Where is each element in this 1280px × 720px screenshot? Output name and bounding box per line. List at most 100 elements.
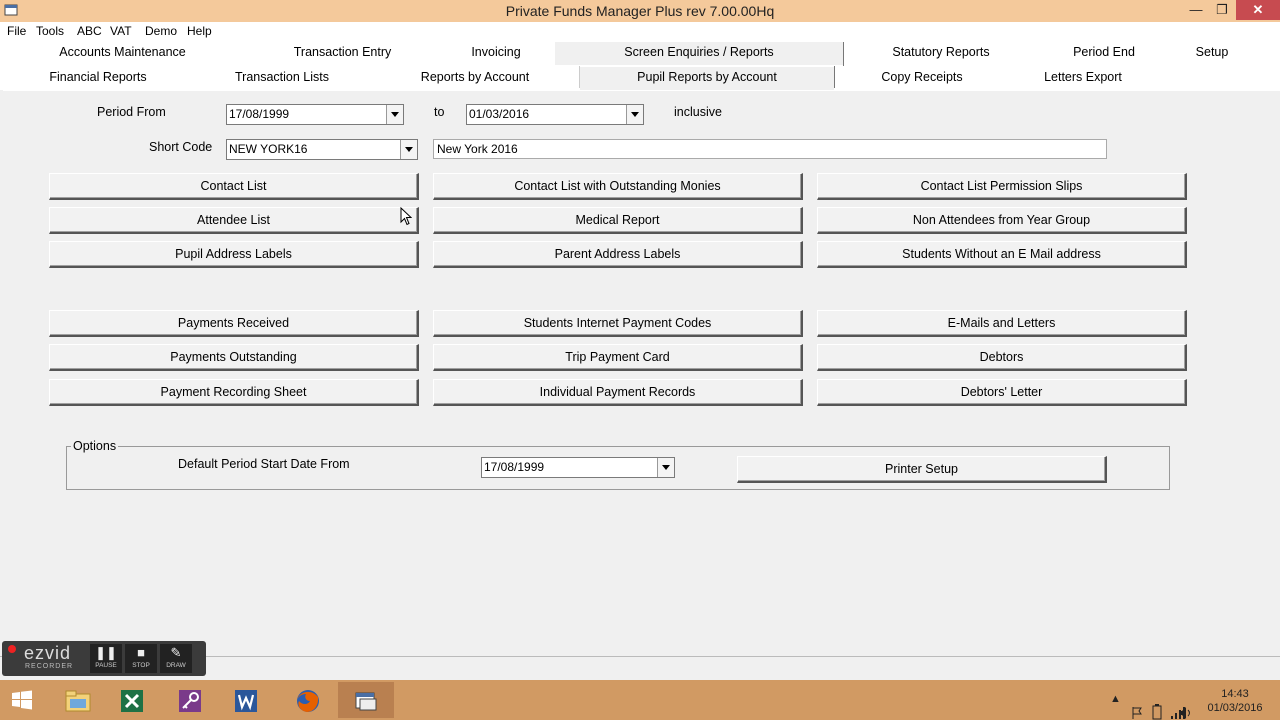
excel-icon bbox=[121, 690, 143, 712]
chevron-down-icon[interactable] bbox=[400, 140, 417, 159]
pause-label: PAUSE bbox=[95, 662, 117, 669]
firefox-icon bbox=[297, 690, 319, 712]
restore-button[interactable]: ❐ bbox=[1208, 0, 1236, 20]
taskbar-clock[interactable]: 14:43 01/03/2016 bbox=[1196, 687, 1274, 715]
tab-screen-enquiries-reports[interactable]: Screen Enquiries / Reports bbox=[555, 42, 843, 65]
action-center-flag-icon[interactable] bbox=[1130, 693, 1144, 720]
start-button[interactable] bbox=[0, 682, 46, 718]
folder-icon bbox=[65, 690, 91, 712]
payments-outstanding-button[interactable]: Payments Outstanding bbox=[49, 344, 419, 371]
menu-vat[interactable]: VAT bbox=[110, 24, 132, 38]
period-to-combo[interactable]: 01/03/2016 bbox=[466, 104, 644, 125]
emails-and-letters-button[interactable]: E-Mails and Letters bbox=[817, 310, 1187, 337]
tab-period-end[interactable]: Period End bbox=[1060, 42, 1148, 65]
chevron-down-icon[interactable] bbox=[626, 105, 643, 124]
tab-invoicing[interactable]: Invoicing bbox=[455, 42, 537, 65]
tab-divider bbox=[834, 66, 835, 88]
menu-tools[interactable]: Tools bbox=[36, 24, 64, 38]
draw-button[interactable]: ✎ DRAW bbox=[160, 644, 192, 673]
payment-recording-sheet-button[interactable]: Payment Recording Sheet bbox=[49, 379, 419, 406]
options-legend: Options bbox=[71, 439, 119, 453]
tab-pupil-reports-by-account[interactable]: Pupil Reports by Account bbox=[580, 67, 834, 90]
inclusive-label: inclusive bbox=[674, 105, 722, 119]
tab-setup[interactable]: Setup bbox=[1182, 42, 1242, 65]
windows-logo-icon bbox=[12, 690, 32, 710]
pupil-address-labels-button[interactable]: Pupil Address Labels bbox=[49, 241, 419, 268]
pause-icon: ❚❚ bbox=[95, 645, 117, 660]
to-label: to bbox=[434, 105, 445, 119]
students-without-email-button[interactable]: Students Without an E Mail address bbox=[817, 241, 1187, 268]
menu-demo[interactable]: Demo bbox=[145, 24, 177, 38]
period-from-combo[interactable]: 17/08/1999 bbox=[226, 104, 404, 125]
period-from-value: 17/08/1999 bbox=[229, 107, 290, 121]
tab-transaction-lists[interactable]: Transaction Lists bbox=[220, 67, 344, 90]
menu-help[interactable]: Help bbox=[187, 24, 212, 38]
pen-icon: ✎ bbox=[170, 645, 182, 660]
taskbar-firefox[interactable] bbox=[280, 682, 336, 718]
stop-label: STOP bbox=[132, 662, 150, 669]
stop-icon: ■ bbox=[137, 645, 145, 660]
show-hidden-icons-icon[interactable]: ▲ bbox=[1110, 693, 1121, 720]
key-icon bbox=[179, 690, 201, 712]
mouse-cursor-icon bbox=[400, 207, 412, 226]
payments-received-button[interactable]: Payments Received bbox=[49, 310, 419, 337]
medical-report-button[interactable]: Medical Report bbox=[433, 207, 803, 234]
short-code-description[interactable]: New York 2016 bbox=[433, 139, 1107, 159]
word-icon bbox=[235, 690, 257, 712]
short-code-combo[interactable]: NEW YORK16 bbox=[226, 139, 418, 160]
individual-payment-records-button[interactable]: Individual Payment Records bbox=[433, 379, 803, 406]
tab-accounts-maintenance[interactable]: Accounts Maintenance bbox=[40, 42, 205, 65]
title-bar: Private Funds Manager Plus rev 7.00.00Hq… bbox=[0, 0, 1280, 22]
menu-file[interactable]: File bbox=[7, 24, 26, 38]
debtors-letter-button[interactable]: Debtors' Letter bbox=[817, 379, 1187, 406]
taskbar: ▲ 14:43 01/03/2016 bbox=[0, 680, 1280, 720]
contact-list-permission-slips-button[interactable]: Contact List Permission Slips bbox=[817, 173, 1187, 200]
default-start-value: 17/08/1999 bbox=[484, 460, 545, 474]
attendee-list-button[interactable]: Attendee List bbox=[49, 207, 419, 234]
ezvid-logo: ezvid bbox=[24, 643, 72, 663]
menu-bar: File Tools ABC VAT Demo Help bbox=[0, 22, 1280, 42]
window-title: Private Funds Manager Plus rev 7.00.00Hq bbox=[505, 3, 775, 19]
short-code-value: NEW YORK16 bbox=[229, 142, 308, 156]
short-code-label: Short Code bbox=[149, 140, 213, 154]
tab-copy-receipts[interactable]: Copy Receipts bbox=[860, 67, 984, 90]
record-indicator-icon bbox=[8, 645, 16, 653]
period-to-value: 01/03/2016 bbox=[469, 107, 530, 121]
contact-list-outstanding-monies-button[interactable]: Contact List with Outstanding Monies bbox=[433, 173, 803, 200]
non-attendees-button[interactable]: Non Attendees from Year Group bbox=[817, 207, 1187, 234]
chevron-down-icon[interactable] bbox=[386, 105, 403, 124]
minimize-button[interactable]: — bbox=[1182, 0, 1210, 20]
contact-list-button[interactable]: Contact List bbox=[49, 173, 419, 200]
draw-label: DRAW bbox=[166, 662, 186, 669]
taskbar-excel[interactable] bbox=[104, 682, 160, 718]
chevron-down-icon[interactable] bbox=[657, 458, 674, 477]
ezvid-recorder-widget: ezvid RECORDER ❚❚ PAUSE ■ STOP ✎ DRAW bbox=[2, 641, 206, 676]
tab-reports-by-account[interactable]: Reports by Account bbox=[405, 67, 545, 90]
trip-payment-card-button[interactable]: Trip Payment Card bbox=[433, 344, 803, 371]
close-button[interactable]: ✕ bbox=[1236, 0, 1280, 20]
battery-icon[interactable] bbox=[1150, 692, 1164, 720]
volume-icon[interactable] bbox=[1178, 693, 1192, 720]
pause-button[interactable]: ❚❚ PAUSE bbox=[90, 644, 122, 673]
menu-abc[interactable]: ABC bbox=[77, 24, 102, 38]
tab-transaction-entry[interactable]: Transaction Entry bbox=[270, 42, 415, 65]
taskbar-file-explorer[interactable] bbox=[50, 682, 106, 718]
default-start-combo[interactable]: 17/08/1999 bbox=[481, 457, 675, 478]
taskbar-word[interactable] bbox=[218, 682, 274, 718]
tab-strip: Accounts Maintenance Transaction Entry I… bbox=[0, 42, 1280, 90]
tab-financial-reports[interactable]: Financial Reports bbox=[30, 67, 166, 90]
tab-statutory-reports[interactable]: Statutory Reports bbox=[870, 42, 1012, 65]
tab-letters-export[interactable]: Letters Export bbox=[1028, 67, 1138, 90]
clock-time: 14:43 bbox=[1221, 688, 1249, 700]
tab-divider bbox=[579, 66, 580, 88]
taskbar-key-app[interactable] bbox=[162, 682, 218, 718]
stop-button[interactable]: ■ STOP bbox=[125, 644, 157, 673]
students-internet-payment-codes-button[interactable]: Students Internet Payment Codes bbox=[433, 310, 803, 337]
ezvid-subtitle: RECORDER bbox=[25, 663, 74, 670]
period-from-label: Period From bbox=[97, 105, 166, 119]
funds-manager-icon bbox=[355, 692, 377, 711]
parent-address-labels-button[interactable]: Parent Address Labels bbox=[433, 241, 803, 268]
printer-setup-button[interactable]: Printer Setup bbox=[737, 456, 1107, 483]
taskbar-funds-manager[interactable] bbox=[338, 682, 394, 718]
debtors-button[interactable]: Debtors bbox=[817, 344, 1187, 371]
